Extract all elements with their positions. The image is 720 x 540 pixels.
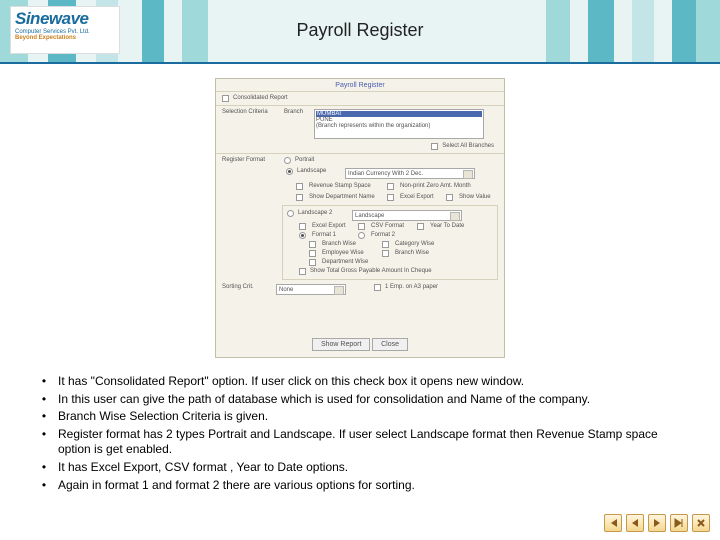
select-all-label: Select All Branches <box>442 143 494 149</box>
exexport-label: Excel Export <box>312 223 352 229</box>
consolidated-checkbox[interactable] <box>222 95 229 102</box>
format2-label: Format 2 <box>371 232 395 238</box>
bullet-text: Branch Wise Selection Criteria is given. <box>58 409 268 425</box>
nonprint-label: Non-print Zero Amt. Month <box>400 183 471 189</box>
category-checkbox[interactable] <box>382 241 389 248</box>
onepage-label: 1 Emp. on A3 paper <box>385 284 438 290</box>
bullet-text: It has Excel Export, CSV format , Year t… <box>58 460 348 476</box>
bullet-icon: • <box>30 460 58 476</box>
revenue-label: Revenue Stamp Space <box>309 183 381 189</box>
bullet-text: Register format has 2 types Portrait and… <box>58 427 690 458</box>
excelexp-label: Excel Export <box>400 194 440 200</box>
list-item: •Branch Wise Selection Criteria is given… <box>30 409 690 425</box>
branchwise2-checkbox[interactable] <box>382 250 389 257</box>
currency-combo[interactable]: Indian Currency With 2 Dec. <box>345 168 475 179</box>
bullet-text: It has "Consolidated Report" option. If … <box>58 374 524 390</box>
page-title: Payroll Register <box>0 20 720 41</box>
format1-label: Format 1 <box>312 232 352 238</box>
sorting-label: Sorting Crit. <box>222 284 272 290</box>
first-slide-button[interactable] <box>604 514 622 532</box>
slide-header: Sinewave Computer Services Pvt. Ltd. Bey… <box>0 0 720 62</box>
empwise-label: Employee Wise <box>322 250 376 256</box>
last-slide-button[interactable] <box>670 514 688 532</box>
bullet-list: •It has "Consolidated Report" option. If… <box>30 374 690 493</box>
dialog-title: Payroll Register <box>216 79 504 90</box>
portrait-label: Portrait <box>295 157 314 163</box>
embedded-screenshot: Payroll Register Consolidated Report Sel… <box>215 78 505 358</box>
branch-option-note: (Branch represents within the organizati… <box>316 123 482 129</box>
bullet-icon: • <box>30 409 58 425</box>
csv-label: CSV Format <box>371 223 411 229</box>
landscape-label: Landscape <box>297 168 341 174</box>
selection-criteria-label: Selection Criteria <box>222 109 280 115</box>
list-item: •It has Excel Export, CSV format , Year … <box>30 460 690 476</box>
landscape2-label: Landscape 2 <box>298 210 348 216</box>
portrait-radio[interactable] <box>284 157 291 164</box>
branchwise-checkbox[interactable] <box>309 241 316 248</box>
select-all-checkbox[interactable] <box>431 143 438 150</box>
landscape2-radio[interactable] <box>287 210 294 217</box>
showtotal-label: Show Total Gross Payable Amount In Chequ… <box>310 268 432 274</box>
bullet-icon: • <box>30 392 58 408</box>
register-format-label: Register Format <box>222 157 280 163</box>
close-button[interactable]: Close <box>372 338 408 351</box>
landscape2-combo[interactable]: Landscape <box>352 210 462 221</box>
list-item: •It has "Consolidated Report" option. If… <box>30 374 690 390</box>
prev-slide-button[interactable] <box>626 514 644 532</box>
header-divider <box>0 62 720 64</box>
category-label: Category Wise <box>395 241 434 247</box>
empwise-checkbox[interactable] <box>309 250 316 257</box>
sorting-combo[interactable]: None <box>276 284 346 295</box>
branch-label: Branch <box>284 109 310 115</box>
onepage-checkbox[interactable] <box>374 284 381 291</box>
landscape-radio[interactable] <box>286 168 293 175</box>
show-report-button[interactable]: Show Report <box>312 338 370 351</box>
bullet-text: In this user can give the path of databa… <box>58 392 590 408</box>
branchwise2-label: Branch Wise <box>395 250 429 256</box>
bullet-icon: • <box>30 374 58 390</box>
deptwise-checkbox[interactable] <box>309 259 316 266</box>
close-slide-button[interactable] <box>692 514 710 532</box>
branch-listbox[interactable]: MUMBAI PUNE (Branch represents within th… <box>314 109 484 139</box>
bullet-text: Again in format 1 and format 2 there are… <box>58 478 415 494</box>
bullet-icon: • <box>30 478 58 494</box>
list-item: •Again in format 1 and format 2 there ar… <box>30 478 690 494</box>
showtotal-checkbox[interactable] <box>299 268 306 275</box>
list-item: •Register format has 2 types Portrait an… <box>30 427 690 458</box>
showval-label: Show Value <box>459 194 491 200</box>
showdept-checkbox[interactable] <box>296 194 303 201</box>
showval-checkbox[interactable] <box>446 194 453 201</box>
showdept-label: Show Department Name <box>309 194 381 200</box>
exexport-checkbox[interactable] <box>299 223 306 230</box>
list-item: •In this user can give the path of datab… <box>30 392 690 408</box>
next-slide-button[interactable] <box>648 514 666 532</box>
deptwise-label: Department Wise <box>322 259 368 265</box>
consolidated-label: Consolidated Report <box>233 95 288 101</box>
revenue-checkbox[interactable] <box>296 183 303 190</box>
excelexp-checkbox[interactable] <box>387 194 394 201</box>
bullet-icon: • <box>30 427 58 458</box>
format2-radio[interactable] <box>358 232 365 239</box>
ytd-label: Year To Date <box>430 223 464 229</box>
nonprint-checkbox[interactable] <box>387 183 394 190</box>
slide-nav <box>604 514 710 532</box>
format1-radio[interactable] <box>299 232 306 239</box>
csv-checkbox[interactable] <box>358 223 365 230</box>
ytd-checkbox[interactable] <box>417 223 424 230</box>
branchwise-label: Branch Wise <box>322 241 376 247</box>
